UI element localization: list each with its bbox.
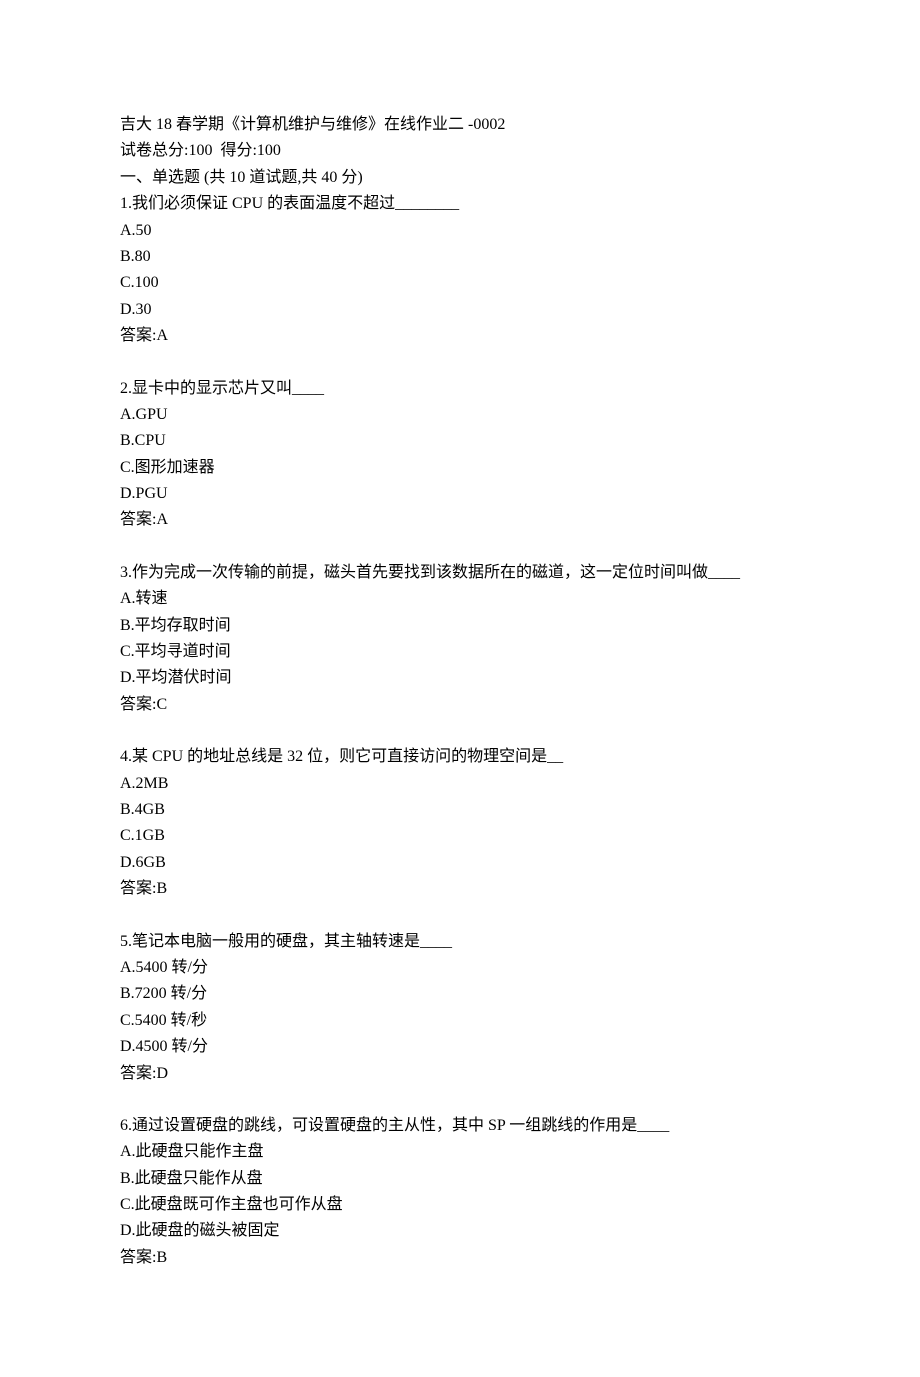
- question-option: D.6GB: [120, 850, 800, 876]
- question-block: 1.我们必须保证 CPU 的表面温度不超过________A.50B.80C.1…: [120, 191, 800, 349]
- question-block: 5.笔记本电脑一般用的硬盘，其主轴转速是____A.5400 转/分B.7200…: [120, 929, 800, 1087]
- question-answer: 答案:B: [120, 876, 800, 902]
- question-option: C.此硬盘既可作主盘也可作从盘: [120, 1192, 800, 1218]
- section-title: 一、单选题 (共 10 道试题,共 40 分): [120, 165, 800, 191]
- question-option: D.此硬盘的磁头被固定: [120, 1218, 800, 1244]
- question-stem: 3.作为完成一次传输的前提，磁头首先要找到该数据所在的磁道，这一定位时间叫做__…: [120, 560, 800, 586]
- question-option: C.100: [120, 270, 800, 296]
- question-stem: 4.某 CPU 的地址总线是 32 位，则它可直接访问的物理空间是__: [120, 744, 800, 770]
- question-option: B.此硬盘只能作从盘: [120, 1166, 800, 1192]
- question-answer: 答案:B: [120, 1245, 800, 1271]
- question-option: D.PGU: [120, 481, 800, 507]
- question-option: A.GPU: [120, 402, 800, 428]
- question-option: A.50: [120, 218, 800, 244]
- question-answer: 答案:A: [120, 323, 800, 349]
- question-block: 4.某 CPU 的地址总线是 32 位，则它可直接访问的物理空间是__A.2MB…: [120, 744, 800, 902]
- question-option: B.7200 转/分: [120, 981, 800, 1007]
- question-option: A.转速: [120, 586, 800, 612]
- question-option: C.5400 转/秒: [120, 1008, 800, 1034]
- question-stem: 1.我们必须保证 CPU 的表面温度不超过________: [120, 191, 800, 217]
- question-option: D.平均潜伏时间: [120, 665, 800, 691]
- question-option: A.此硬盘只能作主盘: [120, 1139, 800, 1165]
- question-stem: 2.显卡中的显示芯片又叫____: [120, 376, 800, 402]
- question-option: A.5400 转/分: [120, 955, 800, 981]
- document-header: 吉大 18 春学期《计算机维护与维修》在线作业二 -0002 试卷总分:100 …: [120, 112, 800, 191]
- question-answer: 答案:D: [120, 1061, 800, 1087]
- question-option: D.4500 转/分: [120, 1034, 800, 1060]
- question-option: B.4GB: [120, 797, 800, 823]
- question-option: B.CPU: [120, 428, 800, 454]
- question-option: C.平均寻道时间: [120, 639, 800, 665]
- question-answer: 答案:C: [120, 692, 800, 718]
- question-block: 3.作为完成一次传输的前提，磁头首先要找到该数据所在的磁道，这一定位时间叫做__…: [120, 560, 800, 718]
- document-page: 吉大 18 春学期《计算机维护与维修》在线作业二 -0002 试卷总分:100 …: [0, 0, 920, 1377]
- question-option: C.图形加速器: [120, 455, 800, 481]
- question-option: D.30: [120, 297, 800, 323]
- question-block: 6.通过设置硬盘的跳线，可设置硬盘的主从性，其中 SP 一组跳线的作用是____…: [120, 1113, 800, 1271]
- score-line: 试卷总分:100 得分:100: [120, 138, 800, 164]
- question-option: A.2MB: [120, 771, 800, 797]
- question-stem: 5.笔记本电脑一般用的硬盘，其主轴转速是____: [120, 929, 800, 955]
- document-title: 吉大 18 春学期《计算机维护与维修》在线作业二 -0002: [120, 112, 800, 138]
- question-option: B.80: [120, 244, 800, 270]
- question-block: 2.显卡中的显示芯片又叫____A.GPUB.CPUC.图形加速器D.PGU答案…: [120, 376, 800, 534]
- question-stem: 6.通过设置硬盘的跳线，可设置硬盘的主从性，其中 SP 一组跳线的作用是____: [120, 1113, 800, 1139]
- questions-container: 1.我们必须保证 CPU 的表面温度不超过________A.50B.80C.1…: [120, 191, 800, 1271]
- question-answer: 答案:A: [120, 507, 800, 533]
- question-option: B.平均存取时间: [120, 613, 800, 639]
- question-option: C.1GB: [120, 823, 800, 849]
